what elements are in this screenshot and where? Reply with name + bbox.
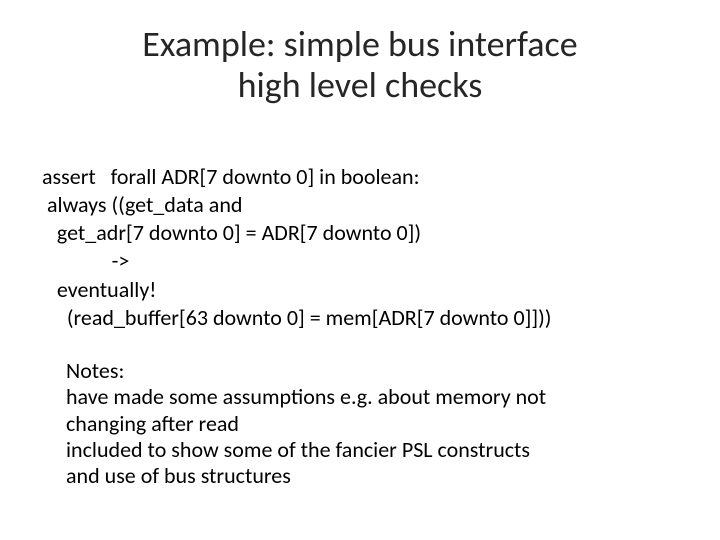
code-block: assert forall ADR[7 downto 0] in boolean… <box>42 135 680 332</box>
title-line-2: high level checks <box>238 63 483 107</box>
code-line-3: get_adr[7 downto 0] = ADR[7 downto 0]) <box>42 219 421 246</box>
notes-line-1a: have made some assumptions e.g. about me… <box>66 383 546 410</box>
code-line-4: -> <box>42 247 129 274</box>
slide: Example: simple bus interface high level… <box>0 0 720 540</box>
slide-title: Example: simple bus interface high level… <box>80 24 640 107</box>
code-line-2: always ((get_data and <box>42 191 242 218</box>
code-line-6: (read_buffer[63 downto 0] = mem[ADR[7 do… <box>42 304 551 331</box>
title-line-1: Example: simple bus interface <box>142 22 577 66</box>
notes-line-2a: included to show some of the fancier PSL… <box>66 436 530 463</box>
code-line-1: assert forall ADR[7 downto 0] in boolean… <box>42 163 420 190</box>
code-line-5: eventually! <box>42 276 156 303</box>
notes-line-1b: changing after read <box>66 410 239 437</box>
notes-heading: Notes: <box>66 357 124 384</box>
notes-block: Notes: have made some assumptions e.g. a… <box>66 358 660 490</box>
notes-line-2b: and use of bus structures <box>66 462 291 489</box>
